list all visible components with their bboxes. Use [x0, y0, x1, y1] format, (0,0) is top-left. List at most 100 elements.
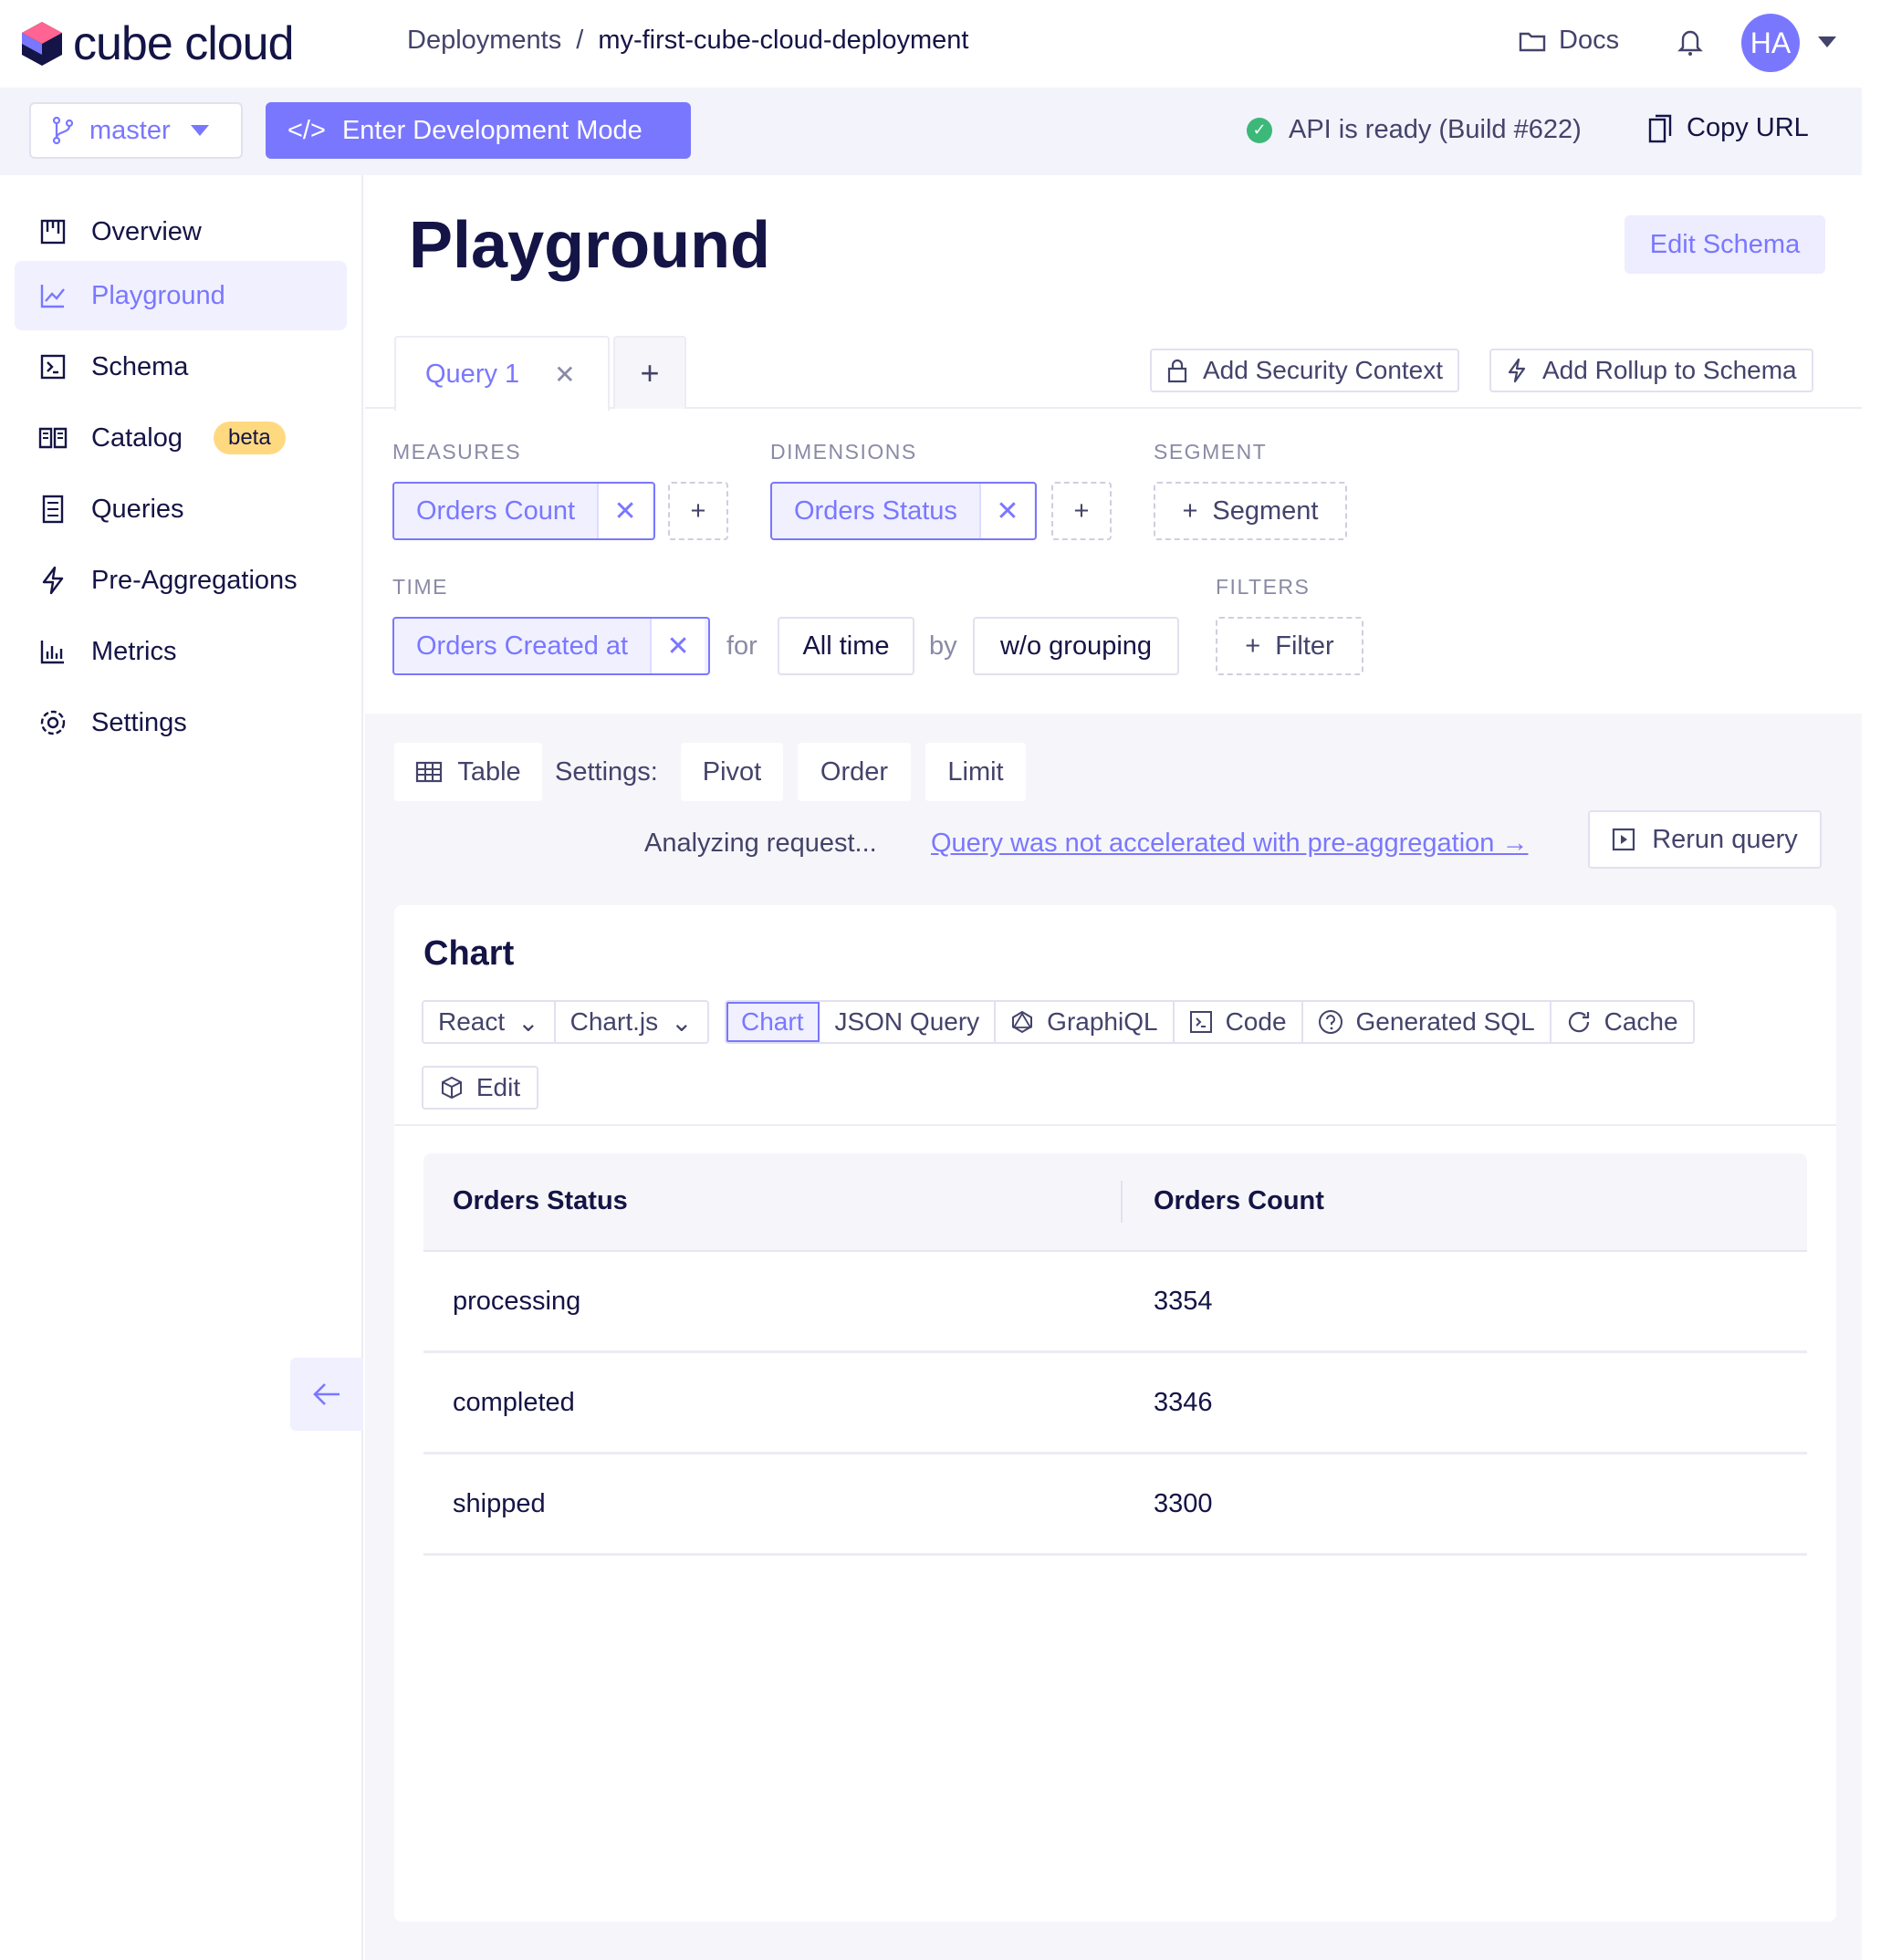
edit-button[interactable]: Edit — [422, 1066, 538, 1110]
edit-schema-button[interactable]: Edit Schema — [1625, 215, 1825, 274]
measure-chip[interactable]: Orders Count ✕ — [392, 482, 655, 540]
dev-mode-label: Enter Development Mode — [341, 115, 643, 145]
add-rollup-button[interactable]: Add Rollup to Schema — [1489, 349, 1813, 392]
add-measure-button[interactable]: + — [668, 482, 728, 540]
breadcrumb-current[interactable]: my-first-cube-cloud-deployment — [598, 26, 968, 56]
results-area: Table Settings: Pivot Order Limit Analyz… — [365, 714, 1862, 1960]
sidebar-item-schema[interactable]: Schema — [15, 332, 347, 401]
beta-badge: beta — [213, 422, 286, 454]
tab-code[interactable]: Code — [1174, 1002, 1303, 1042]
add-filter-button[interactable]: + Filter — [1216, 617, 1363, 675]
chart-card: Chart React ⌄ Chart.js ⌄ Chart JSON Quer… — [394, 905, 1836, 1922]
sidebar-item-settings[interactable]: Settings — [15, 688, 347, 757]
copy-url-button[interactable]: Copy URL — [1648, 113, 1809, 143]
deployment-toolbar: master </> Enter Development Mode ✓ API … — [0, 88, 1862, 175]
framework-dropdown[interactable]: React ⌄ — [423, 1002, 556, 1042]
plus-icon: + — [1073, 495, 1090, 526]
dimension-chip-label: Orders Status — [794, 495, 957, 526]
sidebar-item-label: Schema — [91, 351, 189, 381]
play-square-icon — [1613, 828, 1635, 851]
collapse-sidebar-button[interactable] — [290, 1358, 363, 1431]
results-table: Orders Status Orders Count processing 33… — [423, 1153, 1807, 1556]
sidebar-item-label: Pre-Aggregations — [91, 565, 298, 595]
add-segment-button[interactable]: + Segment — [1154, 482, 1347, 540]
tab-json-query[interactable]: JSON Query — [820, 1002, 997, 1042]
segment-button-label: Segment — [1212, 495, 1319, 526]
sidebar-item-playground[interactable]: Playground — [15, 261, 347, 330]
close-icon[interactable]: ✕ — [554, 360, 575, 390]
sidebar-item-queries[interactable]: Queries — [15, 474, 347, 544]
copy-url-label: Copy URL — [1687, 113, 1809, 142]
cell-orders-count: 3300 — [1154, 1489, 1213, 1518]
close-icon[interactable]: ✕ — [978, 484, 1034, 538]
breadcrumb: Deployments / my-first-cube-cloud-deploy… — [407, 26, 968, 56]
chart-library-dropdown[interactable]: Chart.js ⌄ — [555, 1002, 707, 1042]
sidebar-item-pre-aggregations[interactable]: Pre-Aggregations — [15, 546, 347, 615]
sidebar-item-metrics[interactable]: Metrics — [15, 617, 347, 686]
tab-graphiql-label: GraphiQL — [1047, 1007, 1158, 1036]
branch-selector[interactable]: master — [29, 102, 243, 159]
list-icon — [42, 495, 64, 524]
rerun-query-button[interactable]: Rerun query — [1588, 810, 1822, 869]
column-separator — [1121, 1181, 1123, 1223]
tab-query-1[interactable]: Query 1 ✕ — [394, 336, 610, 411]
terminal-icon — [1189, 1011, 1212, 1033]
main-content: Playground Edit Schema Query 1 ✕ + Add S… — [365, 175, 1862, 1960]
breadcrumb-deployments[interactable]: Deployments — [407, 26, 561, 56]
settings-label: Settings: — [555, 757, 658, 787]
cell-orders-count: 3346 — [1154, 1388, 1213, 1417]
time-chip-label: Orders Created at — [416, 631, 629, 661]
logo[interactable]: cube cloud — [20, 16, 295, 71]
tab-cache[interactable]: Cache — [1551, 1002, 1693, 1042]
pivot-button[interactable]: Pivot — [681, 743, 783, 801]
docs-link[interactable]: Docs — [1519, 26, 1619, 56]
chevron-down-icon[interactable] — [1818, 36, 1836, 47]
table-view-button[interactable]: Table — [394, 743, 542, 801]
enter-dev-mode-button[interactable]: </> Enter Development Mode — [266, 102, 691, 159]
dimension-chip[interactable]: Orders Status ✕ — [770, 482, 1037, 540]
sidebar-item-catalog[interactable]: Catalog beta — [15, 403, 347, 473]
segment-label: SEGMENT — [1154, 440, 1268, 464]
breadcrumb-separator: / — [576, 26, 584, 55]
docs-label: Docs — [1559, 26, 1620, 55]
sidebar-item-label: Queries — [91, 494, 184, 524]
sidebar-item-label: Metrics — [91, 636, 177, 666]
order-button[interactable]: Order — [798, 743, 911, 801]
caret-down-icon — [190, 125, 209, 136]
close-icon[interactable]: ✕ — [597, 484, 653, 538]
notifications-bell-icon[interactable] — [1677, 27, 1703, 57]
add-query-tab-button[interactable]: + — [613, 336, 686, 409]
sidebar-item-label: Playground — [91, 280, 225, 310]
add-dimension-button[interactable]: + — [1051, 482, 1112, 540]
add-security-context-button[interactable]: Add Security Context — [1150, 349, 1460, 392]
branch-label: master — [89, 115, 171, 145]
table-row: shipped 3300 — [423, 1454, 1807, 1556]
divider — [394, 1124, 1836, 1126]
column-header-orders-status[interactable]: Orders Status — [453, 1186, 628, 1216]
granularity-selector[interactable]: w/o grouping — [973, 617, 1179, 675]
book-icon — [38, 427, 68, 449]
table-header: Orders Status Orders Count — [423, 1153, 1807, 1252]
avatar[interactable]: HA — [1741, 14, 1800, 72]
tab-graphiql[interactable]: GraphiQL — [996, 1002, 1175, 1042]
limit-button[interactable]: Limit — [925, 743, 1026, 801]
tab-chart[interactable]: Chart — [726, 1002, 820, 1042]
sidebar-item-overview[interactable]: Overview — [15, 197, 347, 266]
plus-icon: + — [1182, 495, 1198, 526]
time-chip[interactable]: Orders Created at ✕ — [392, 617, 710, 675]
table-icon — [416, 761, 443, 783]
lightning-icon — [1508, 358, 1526, 383]
close-icon[interactable]: ✕ — [650, 619, 705, 673]
view-tabs: Chart JSON Query GraphiQL Code Generated… — [725, 1000, 1695, 1044]
graphql-icon — [1012, 1010, 1033, 1034]
framework-selectors: React ⌄ Chart.js ⌄ — [422, 1000, 709, 1044]
date-range-selector[interactable]: All time — [778, 617, 914, 675]
terminal-icon — [40, 354, 66, 380]
chart-library-label: Chart.js — [569, 1007, 659, 1036]
api-status: ✓ API is ready (Build #622) — [1247, 115, 1582, 145]
question-circle-icon — [1318, 1010, 1343, 1034]
column-header-orders-count[interactable]: Orders Count — [1154, 1186, 1324, 1216]
cell-orders-status: processing — [453, 1287, 581, 1316]
tab-generated-sql[interactable]: Generated SQL — [1302, 1002, 1551, 1042]
pre-aggregation-link[interactable]: Query was not accelerated with pre-aggre… — [931, 829, 1528, 859]
